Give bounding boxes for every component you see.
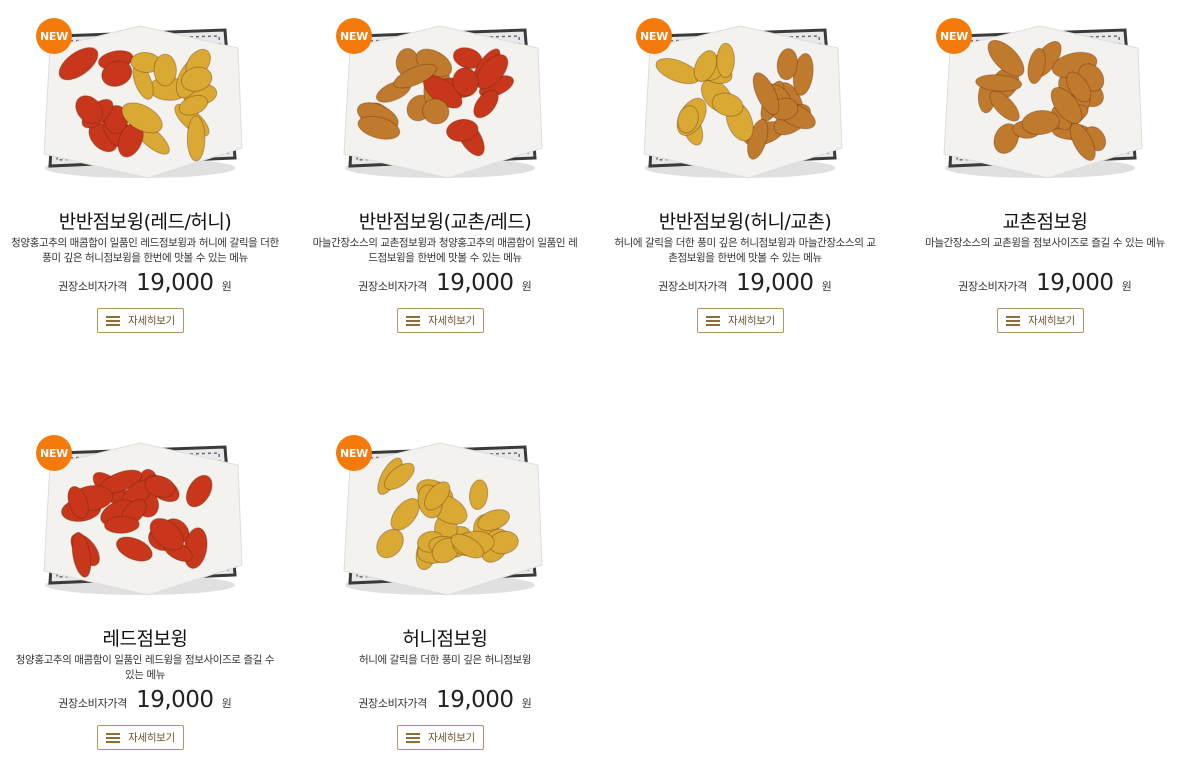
menu-card: NEW 반반점보윙(허니/교촌) 허니에 갈릭을 더한 풍미 깊은 허니점보윙과… (600, 8, 890, 348)
price-value: 19,000 (436, 687, 514, 713)
price-row: 권장소비자가격 19,000 원 (300, 687, 590, 713)
product-name[interactable]: 허니점보윙 (300, 624, 590, 651)
menu-card: NEW 교촌점보윙 마늘간장소스의 교촌윙을 점보사이즈로 즐길 수 있는 메뉴… (900, 8, 1184, 348)
price-value: 19,000 (136, 687, 214, 713)
price-value: 19,000 (736, 270, 814, 296)
product-description: 청양홍고추의 매콤함이 일품인 레드점보윙과 허니에 갈릭을 더한 풍미 깊은 … (11, 237, 279, 264)
product-description: 마늘간장소스의 교촌윙을 점보사이즈로 즐길 수 있는 메뉴 (925, 237, 1165, 249)
menu-card: NEW 허니점보윙 허니에 갈릭을 더한 풍미 깊은 허니점보윙 권장소비자가격… (300, 425, 590, 765)
new-badge: NEW (636, 18, 672, 54)
price-row: 권장소비자가격 19,000 원 (0, 687, 290, 713)
details-button[interactable]: 자세히보기 (397, 308, 484, 333)
product-name[interactable]: 반반점보윙(허니/교촌) (600, 207, 890, 234)
new-badge: NEW (336, 435, 372, 471)
new-badge: NEW (336, 18, 372, 54)
product-name[interactable]: 반반점보윙(레드/허니) (0, 207, 290, 234)
price-unit: 원 (221, 280, 232, 293)
price-row: 권장소비자가격 19,000 원 (900, 270, 1184, 296)
price-label: 권장소비자가격 (58, 280, 127, 293)
price-label: 권장소비자가격 (958, 280, 1027, 293)
price-label: 권장소비자가격 (358, 280, 427, 293)
menu-lines-icon (1006, 315, 1021, 326)
menu-card: NEW 반반점보윙(교촌/레드) 마늘간장소스의 교촌점보윙과 청양홍고추의 매… (300, 8, 590, 348)
price-row: 권장소비자가격 19,000 원 (300, 270, 590, 296)
details-button-label: 자세히보기 (128, 315, 175, 327)
price-row: 권장소비자가격 19,000 원 (0, 270, 290, 296)
new-badge: NEW (936, 18, 972, 54)
menu-lines-icon (106, 315, 121, 326)
price-unit: 원 (1121, 280, 1132, 293)
price-unit: 원 (521, 697, 532, 710)
details-button[interactable]: 자세히보기 (97, 725, 184, 750)
price-label: 권장소비자가격 (358, 697, 427, 710)
price-value: 19,000 (136, 270, 214, 296)
price-unit: 원 (521, 280, 532, 293)
details-button-label: 자세히보기 (128, 732, 175, 744)
details-button-label: 자세히보기 (1028, 315, 1075, 327)
product-name[interactable]: 교촌점보윙 (900, 207, 1184, 234)
details-button[interactable]: 자세히보기 (997, 308, 1084, 333)
product-description: 청양홍고추의 매콤함이 일품인 레드윙을 점보사이즈로 즐길 수 있는 메뉴 (15, 654, 275, 681)
details-button[interactable]: 자세히보기 (697, 308, 784, 333)
price-label: 권장소비자가격 (658, 280, 727, 293)
menu-lines-icon (406, 732, 421, 743)
menu-grid: NEW 반반점보윙(레드/허니) 청양홍고추의 매콤함이 일품인 레드점보윙과 … (0, 0, 1184, 753)
details-button[interactable]: 자세히보기 (397, 725, 484, 750)
details-button[interactable]: 자세히보기 (97, 308, 184, 333)
details-button-label: 자세히보기 (728, 315, 775, 327)
new-badge: NEW (36, 435, 72, 471)
price-row: 권장소비자가격 19,000 원 (600, 270, 890, 296)
product-description: 허니에 갈릭을 더한 풍미 깊은 허니점보윙 (358, 654, 532, 666)
menu-card: NEW 반반점보윙(레드/허니) 청양홍고추의 매콤함이 일품인 레드점보윙과 … (0, 8, 290, 348)
product-name[interactable]: 레드점보윙 (0, 624, 290, 651)
new-badge: NEW (36, 18, 72, 54)
menu-lines-icon (106, 732, 121, 743)
price-value: 19,000 (1036, 270, 1114, 296)
menu-card: NEW 레드점보윙 청양홍고추의 매콤함이 일품인 레드윙을 점보사이즈로 즐길… (0, 425, 290, 765)
menu-lines-icon (706, 315, 721, 326)
details-button-label: 자세히보기 (428, 732, 475, 744)
price-unit: 원 (221, 697, 232, 710)
details-button-label: 자세히보기 (428, 315, 475, 327)
product-name[interactable]: 반반점보윙(교촌/레드) (300, 207, 590, 234)
price-value: 19,000 (436, 270, 514, 296)
product-description: 허니에 갈릭을 더한 풍미 깊은 허니점보윙과 마늘간장소스의 교촌점보윙을 한… (614, 237, 876, 264)
price-label: 권장소비자가격 (58, 697, 127, 710)
price-unit: 원 (821, 280, 832, 293)
product-description: 마늘간장소스의 교촌점보윙과 청양홍고추의 매콤함이 일품인 레드점보윙을 한번… (312, 237, 578, 264)
menu-lines-icon (406, 315, 421, 326)
